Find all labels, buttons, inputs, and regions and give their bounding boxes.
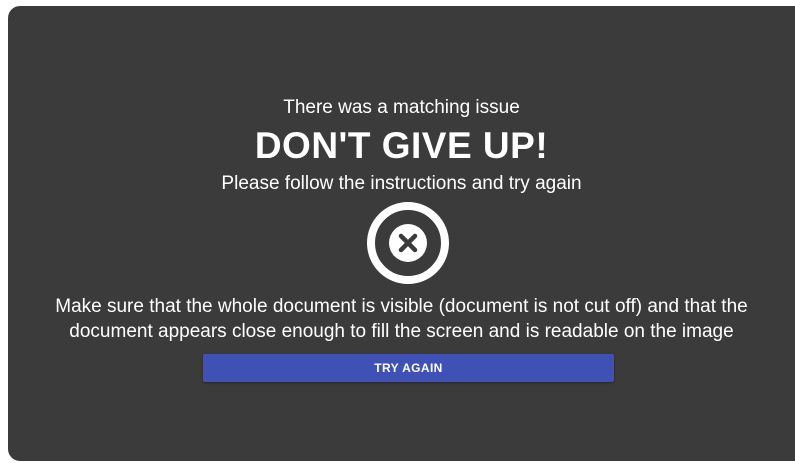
hint-text: Make sure that the whole document is vis… xyxy=(38,294,765,344)
instructions-text: Please follow the instructions and try a… xyxy=(221,173,582,194)
subtitle: There was a matching issue xyxy=(283,97,520,118)
error-panel: There was a matching issue DON'T GIVE UP… xyxy=(8,6,795,461)
hint-line-1: Make sure that the whole document is vis… xyxy=(55,296,748,317)
try-again-button[interactable]: TRY AGAIN xyxy=(203,354,614,382)
hint-line-2: document appears close enough to fill th… xyxy=(69,321,734,342)
headline: DON'T GIVE UP! xyxy=(254,125,549,166)
error-circle-x-icon xyxy=(367,202,449,284)
